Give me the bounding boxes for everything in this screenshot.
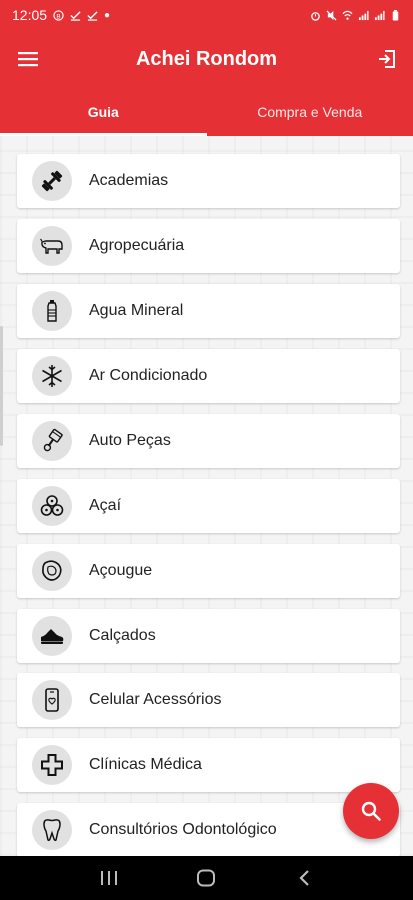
category-label: Açaí bbox=[89, 497, 122, 514]
dot-icon: ● bbox=[104, 9, 111, 21]
app-title: Achei Rondom bbox=[135, 47, 278, 70]
recent-apps-button[interactable] bbox=[89, 863, 129, 893]
category-item-agua-mineral[interactable]: Agua Mineral bbox=[17, 284, 400, 338]
category-item-calcados[interactable]: Calçados bbox=[17, 609, 400, 663]
mute-icon bbox=[326, 9, 337, 21]
category-label: Calçados bbox=[89, 627, 156, 644]
shoe-icon bbox=[32, 616, 72, 656]
wifi-icon bbox=[342, 10, 353, 20]
category-label: Celular Acessórios bbox=[89, 691, 222, 708]
menu-button[interactable] bbox=[14, 46, 42, 72]
logout-button[interactable] bbox=[373, 46, 401, 72]
category-label: Açougue bbox=[89, 562, 153, 579]
app-bar: Achei Rondom bbox=[0, 30, 413, 88]
tab-compra-e-venda[interactable]: Compra e Venda bbox=[207, 88, 413, 136]
download-done-icon bbox=[70, 10, 81, 21]
tab-bar: Guia Compra e Venda bbox=[0, 88, 413, 136]
home-button[interactable] bbox=[186, 863, 226, 893]
category-label: Consultórios Odontológico bbox=[89, 821, 277, 838]
category-item-celular-acessorios[interactable]: Celular Acessórios bbox=[17, 673, 400, 727]
search-icon bbox=[361, 801, 381, 821]
category-item-acougue[interactable]: Açougue bbox=[17, 544, 400, 598]
signal-icon bbox=[374, 10, 385, 20]
piston-icon bbox=[32, 421, 72, 461]
cellphone-icon bbox=[32, 680, 72, 720]
download-done-icon bbox=[87, 10, 98, 21]
hamburger-menu-icon bbox=[18, 52, 38, 67]
svg-text:B: B bbox=[56, 13, 60, 20]
medical-cross-icon bbox=[32, 745, 72, 785]
category-label: Auto Peças bbox=[89, 432, 171, 449]
category-item-acai[interactable]: Açaí bbox=[17, 479, 400, 533]
water-bottle-icon bbox=[32, 291, 72, 331]
category-item-ar-condicionado[interactable]: Ar Condicionado bbox=[17, 349, 400, 403]
notification-icon: B bbox=[53, 9, 64, 21]
category-label: Ar Condicionado bbox=[89, 367, 208, 384]
category-item-clinicas-medica[interactable]: Clínicas Médica bbox=[17, 738, 400, 792]
back-button[interactable] bbox=[284, 863, 324, 893]
exit-icon bbox=[379, 50, 395, 68]
scroll-indicator bbox=[0, 326, 3, 446]
category-label: Clínicas Médica bbox=[89, 756, 202, 773]
category-label: Agua Mineral bbox=[89, 302, 184, 319]
recent-apps-icon bbox=[100, 871, 117, 885]
acai-berries-icon bbox=[32, 486, 72, 526]
status-time: 12:05 bbox=[12, 7, 48, 23]
search-fab-button[interactable] bbox=[343, 783, 399, 839]
snowflake-icon bbox=[32, 356, 72, 396]
dumbbell-icon bbox=[32, 161, 72, 201]
home-icon bbox=[197, 869, 216, 887]
status-bar: 12:05 B ● bbox=[0, 0, 413, 30]
category-label: Agropecuária bbox=[89, 237, 185, 254]
alarm-icon bbox=[311, 11, 320, 21]
cow-icon bbox=[32, 226, 72, 266]
category-item-academias[interactable]: Academias bbox=[17, 154, 400, 208]
signal-icon bbox=[358, 10, 369, 20]
back-arrow-icon bbox=[299, 870, 309, 886]
tab-guia[interactable]: Guia bbox=[0, 88, 207, 136]
tooth-icon bbox=[32, 810, 72, 850]
system-navigation-bar bbox=[0, 856, 413, 900]
battery-icon bbox=[392, 9, 399, 21]
meat-steak-icon bbox=[32, 551, 72, 591]
category-label: Academias bbox=[89, 172, 169, 189]
category-item-auto-pecas[interactable]: Auto Peças bbox=[17, 414, 400, 468]
category-item-agropecuaria[interactable]: Agropecuária bbox=[17, 219, 400, 273]
